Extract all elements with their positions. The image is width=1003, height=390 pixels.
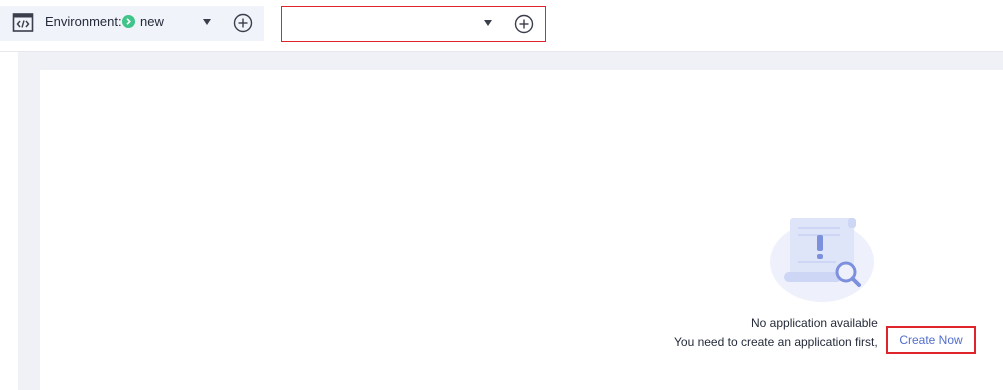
top-toolbar: Environment: new <box>0 0 1003 52</box>
empty-state-title: No application available <box>751 316 878 330</box>
create-now-link[interactable]: Create Now <box>886 326 976 354</box>
empty-state-description: You need to create an application first, <box>674 335 878 349</box>
environment-value: new <box>140 14 164 29</box>
add-application-icon[interactable] <box>514 14 534 34</box>
left-rail <box>0 52 18 390</box>
arrow-circle-icon <box>122 15 135 28</box>
application-selector[interactable] <box>281 6 546 42</box>
chevron-down-icon[interactable] <box>203 19 211 25</box>
environment-label: Environment: <box>45 14 122 29</box>
add-environment-icon[interactable] <box>233 13 253 33</box>
environment-selector[interactable]: Environment: new <box>0 6 264 41</box>
code-window-icon <box>12 13 34 32</box>
chevron-down-icon[interactable] <box>484 20 492 26</box>
empty-document-search-icon <box>770 218 874 302</box>
